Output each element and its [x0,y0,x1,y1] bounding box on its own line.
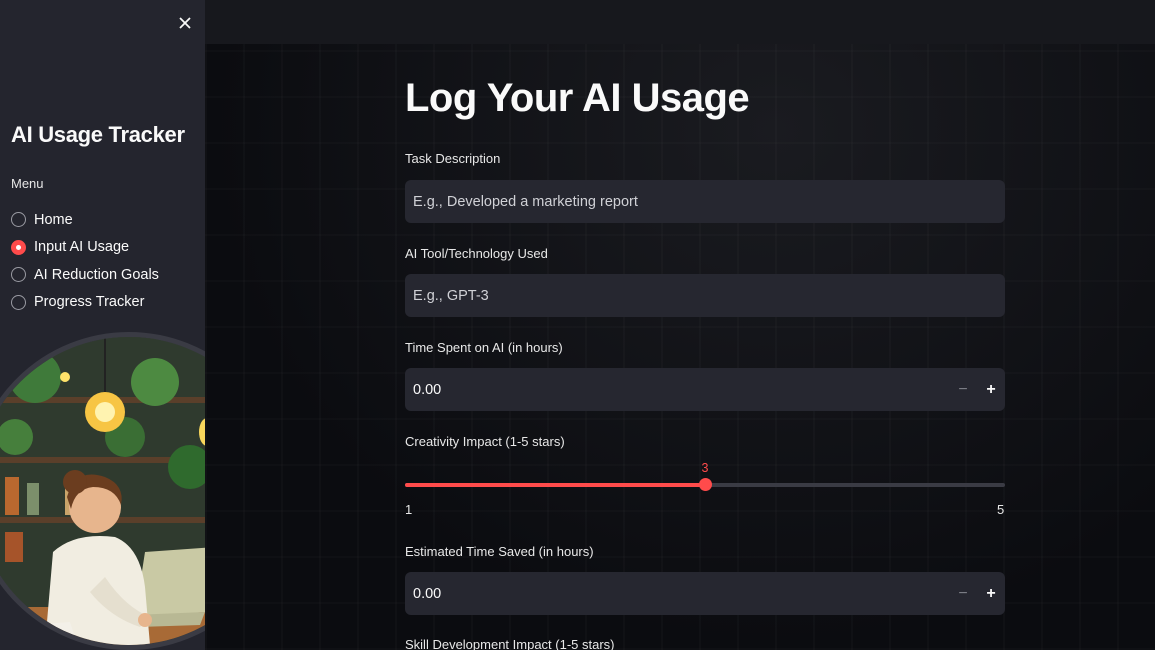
time-saved-value[interactable]: 0.00 [413,586,949,602]
sidebar-item-label: AI Reduction Goals [34,266,159,283]
slider-fill [405,483,705,487]
sidebar-item-label: Progress Tracker [34,294,145,311]
sidebar-item-home[interactable]: Home [11,206,159,234]
sidebar-item-input-ai-usage[interactable]: Input AI Usage [11,234,159,262]
task-description-input[interactable] [413,193,997,210]
sidebar-item-progress-tracker[interactable]: Progress Tracker [11,289,159,317]
sidebar-item-label: Input AI Usage [34,239,130,256]
sidebar-item-label: Home [34,211,73,228]
menu-radio-group: Home Input AI Usage AI Reduction Goals P… [11,206,159,316]
time-saved-stepper[interactable]: 0.00 − + [405,572,1005,615]
page-title: Log Your AI Usage [405,76,750,120]
increment-button[interactable]: + [977,368,1005,411]
sidebar-item-ai-reduction-goals[interactable]: AI Reduction Goals [11,261,159,289]
close-sidebar-button[interactable] [174,12,196,34]
task-description-label: Task Description [405,151,501,166]
creativity-impact-label: Creativity Impact (1-5 stars) [405,434,565,449]
time-spent-value[interactable]: 0.00 [413,382,949,398]
decrement-button[interactable]: − [949,368,977,411]
time-saved-label: Estimated Time Saved (in hours) [405,544,594,559]
slider-min-label: 1 [405,502,413,517]
skill-development-label: Skill Development Impact (1-5 stars) [405,637,615,650]
woman-working-on-laptop-illustration [0,332,205,650]
menu-label: Menu [11,176,44,191]
sidebar: AI Usage Tracker Menu Home Input AI Usag… [0,0,205,650]
sidebar-title: AI Usage Tracker [11,122,185,147]
top-bar [205,0,1155,44]
creativity-slider[interactable]: 3 [405,461,1005,491]
radio-icon [11,212,26,228]
time-spent-label: Time Spent on AI (in hours) [405,340,563,355]
task-description-field[interactable] [405,180,1005,223]
close-icon [179,17,191,29]
increment-button[interactable]: + [977,572,1005,615]
radio-selected-icon [11,239,26,255]
slider-max-label: 5 [997,502,1005,517]
ai-tool-label: AI Tool/Technology Used [405,246,548,261]
radio-icon [11,267,26,283]
ai-tool-field[interactable] [405,274,1005,317]
radio-icon [11,294,26,310]
time-spent-stepper[interactable]: 0.00 − + [405,368,1005,411]
slider-thumb[interactable] [698,478,712,491]
decrement-button[interactable]: − [949,572,977,615]
slider-value: 3 [701,461,709,475]
ai-tool-input[interactable] [413,287,997,304]
